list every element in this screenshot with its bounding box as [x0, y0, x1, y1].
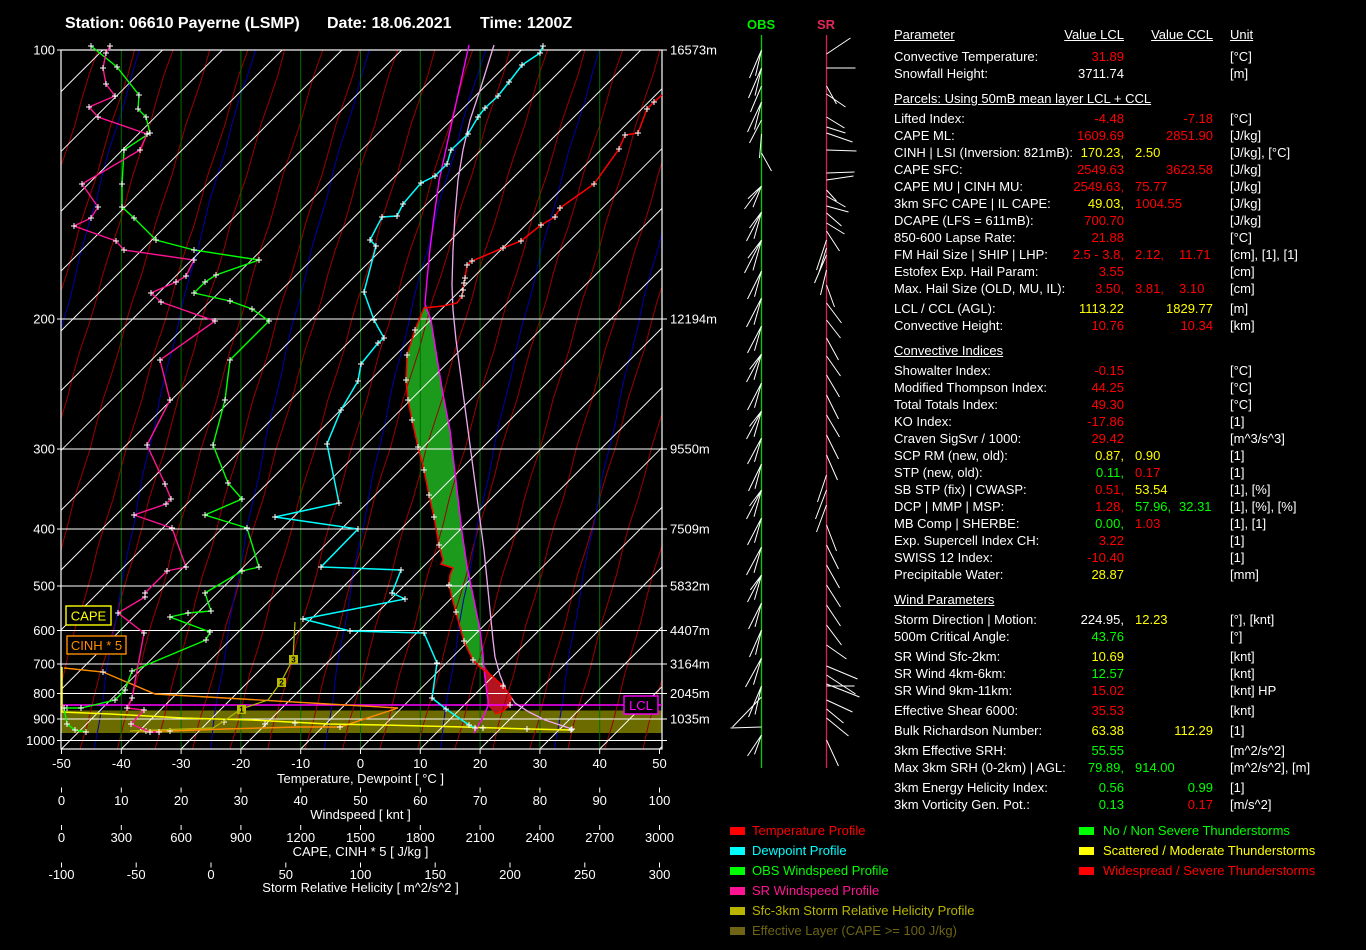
svg-text:3: 3: [291, 656, 296, 665]
svg-text:-20: -20: [232, 756, 251, 771]
svg-text:70: 70: [473, 793, 487, 808]
svg-text:-100: -100: [48, 867, 74, 882]
svg-text:100: 100: [649, 793, 671, 808]
svg-text:250: 250: [574, 867, 596, 882]
svg-text:9550m: 9550m: [670, 442, 710, 457]
svg-text:2: 2: [279, 679, 284, 688]
svg-text:0: 0: [357, 756, 364, 771]
svg-text:0: 0: [58, 793, 65, 808]
svg-text:50: 50: [353, 793, 367, 808]
svg-text:1035m: 1035m: [670, 712, 710, 727]
svg-text:-40: -40: [112, 756, 131, 771]
svg-text:-50: -50: [127, 867, 146, 882]
svg-text:1: 1: [239, 706, 244, 715]
svg-text:50: 50: [652, 756, 666, 771]
svg-text:4407m: 4407m: [670, 623, 710, 638]
svg-text:40: 40: [592, 756, 606, 771]
svg-text:200: 200: [33, 312, 55, 327]
svg-text:3164m: 3164m: [670, 657, 710, 672]
svg-text:CAPE, CINH * 5 [ J/kg ]: CAPE, CINH * 5 [ J/kg ]: [293, 844, 429, 859]
svg-text:Temperature, Dewpoint [ °C ]: Temperature, Dewpoint [ °C ]: [277, 771, 444, 786]
svg-text:7509m: 7509m: [670, 522, 710, 537]
svg-text:300: 300: [649, 867, 671, 882]
svg-text:200: 200: [499, 867, 521, 882]
svg-text:1000: 1000: [26, 733, 55, 748]
svg-text:12194m: 12194m: [670, 312, 717, 327]
svg-text:-30: -30: [172, 756, 191, 771]
svg-text:80: 80: [533, 793, 547, 808]
svg-text:300: 300: [110, 830, 132, 845]
svg-text:CINH * 5: CINH * 5: [71, 638, 122, 653]
svg-text:-10: -10: [291, 756, 310, 771]
svg-text:-50: -50: [52, 756, 71, 771]
svg-text:400: 400: [33, 522, 55, 537]
svg-text:3000: 3000: [645, 830, 674, 845]
svg-text:300: 300: [33, 442, 55, 457]
svg-text:700: 700: [33, 657, 55, 672]
svg-text:Storm Relative Helicity [ m^2: Storm Relative Helicity [ m^2/s^2 ]: [262, 880, 458, 895]
svg-text:500: 500: [33, 579, 55, 594]
svg-text:2400: 2400: [525, 830, 554, 845]
svg-text:2100: 2100: [466, 830, 495, 845]
svg-text:800: 800: [33, 686, 55, 701]
svg-text:0: 0: [58, 830, 65, 845]
svg-text:1800: 1800: [406, 830, 435, 845]
svg-text:20: 20: [473, 756, 487, 771]
svg-text:16573m: 16573m: [670, 43, 717, 58]
svg-text:90: 90: [592, 793, 606, 808]
svg-text:10: 10: [114, 793, 128, 808]
svg-text:600: 600: [33, 623, 55, 638]
svg-text:10: 10: [413, 756, 427, 771]
svg-text:5832m: 5832m: [670, 579, 710, 594]
svg-text:100: 100: [33, 43, 55, 58]
svg-text:40: 40: [293, 793, 307, 808]
svg-text:Windspeed [ knt ]: Windspeed [ knt ]: [310, 807, 410, 822]
svg-text:900: 900: [230, 830, 252, 845]
svg-text:CAPE: CAPE: [71, 609, 107, 624]
svg-text:1500: 1500: [346, 830, 375, 845]
svg-text:1200: 1200: [286, 830, 315, 845]
svg-text:LCL: LCL: [629, 698, 653, 713]
svg-text:20: 20: [174, 793, 188, 808]
svg-text:60: 60: [413, 793, 427, 808]
svg-text:30: 30: [533, 756, 547, 771]
svg-text:600: 600: [170, 830, 192, 845]
svg-text:30: 30: [234, 793, 248, 808]
svg-text:2700: 2700: [585, 830, 614, 845]
svg-text:0: 0: [207, 867, 214, 882]
svg-text:2045m: 2045m: [670, 686, 710, 701]
svg-text:900: 900: [33, 712, 55, 727]
